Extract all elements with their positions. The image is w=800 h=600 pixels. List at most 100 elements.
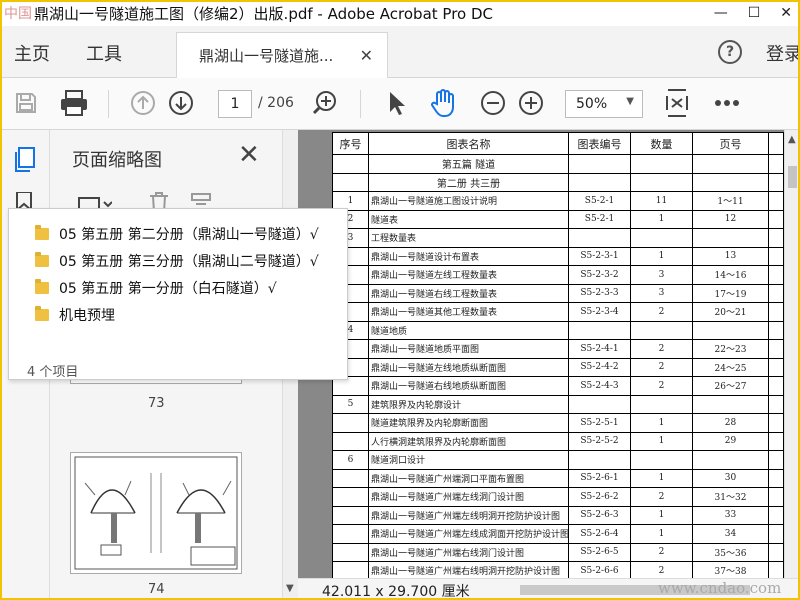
folder-item[interactable]: 05 第五册 第一分册（白石隧道）√	[35, 277, 277, 299]
previous-page-icon[interactable]	[128, 88, 158, 118]
fit-page-icon[interactable]	[662, 88, 692, 118]
toc-cell-quantity: 1	[630, 524, 693, 544]
document-view[interactable]: 序号 图表名称 图表编号 数量 页号 第五篇 隧道 第二册 共三册 1 鼎湖山一…	[298, 130, 784, 578]
toc-row: 6 隧道洞口设计	[332, 450, 784, 470]
toc-row: 鼎湖山一号隧道广州端左线洞门设计图 S5-2-6-2 2 31～32	[332, 487, 784, 507]
toc-cell-quantity: 3	[630, 283, 693, 303]
toc-cell-code	[568, 450, 631, 470]
zoom-out-icon[interactable]	[478, 88, 508, 118]
more-tools-icon[interactable]	[712, 88, 742, 118]
zoom-level-select[interactable]: 50% ▼	[565, 90, 643, 118]
scrollbar-thumb[interactable]	[788, 166, 797, 188]
toc-row: 鼎湖山一号隧道广州端右线洞门设计图 S5-2-6-5 2 35～36	[332, 542, 784, 562]
maximize-icon[interactable]: ☐	[748, 5, 761, 21]
toc-cell-quantity: 2	[630, 339, 693, 359]
toc-cell-name: 建筑限界及内轮廓设计	[368, 394, 569, 414]
toc-header-row: 序号 图表名称 图表编号 数量 页号	[332, 132, 784, 155]
status-bar: 42.011 x 29.700 厘米 www.cndao.com	[298, 578, 800, 600]
toc-cell-page: 20～21	[692, 302, 769, 322]
toc-cell-number	[332, 524, 369, 544]
toc-cell-number: 6	[332, 450, 369, 470]
toc-cell-name: 鼎湖山一号隧道地质平面图	[368, 339, 569, 359]
toc-cell-code	[568, 394, 631, 414]
folder-icon	[35, 252, 49, 267]
zoom-in-icon[interactable]	[516, 88, 546, 118]
folder-name: 05 第五册 第二分册（鼎湖山一号隧道）√	[59, 227, 319, 243]
toc-cell-name: 鼎湖山一号隧道广州端左线明洞开挖防护设计图	[368, 505, 569, 525]
folder-name: 05 第五册 第三分册（鼎湖山二号隧道）√	[59, 254, 319, 270]
toc-cell-page: 12	[692, 209, 769, 229]
scroll-down-icon[interactable]: ▼	[286, 583, 294, 594]
toc-cell-number	[332, 561, 369, 578]
folder-icon	[35, 225, 49, 240]
toc-cell-page: 22～23	[692, 339, 769, 359]
page-thumbnails-icon[interactable]	[12, 146, 38, 178]
folder-item[interactable]: 05 第五册 第二分册（鼎湖山一号隧道）√	[35, 223, 319, 245]
toc-cell-name: 鼎湖山一号隧道右线工程数量表	[368, 283, 569, 303]
toc-cell-code: S5-2-5-2	[568, 431, 631, 451]
print-icon[interactable]	[58, 88, 90, 118]
toc-book-title: 第二册 共三册	[368, 172, 569, 192]
toc-cell-quantity: 3	[630, 265, 693, 285]
document-scrollbar[interactable]: ▲	[784, 130, 800, 578]
toc-row: 鼎湖山一号隧道左线工程数量表 S5-2-3-2 3 14～16	[332, 265, 784, 285]
toc-cell-code: S5-2-4-2	[568, 357, 631, 377]
toc-cell-name: 鼎湖山一号隧道施工图设计说明	[368, 191, 569, 211]
toc-row: 5 建筑限界及内轮廓设计	[332, 394, 784, 414]
toc-cell-number	[332, 468, 369, 488]
close-panel-icon[interactable]: ✕	[238, 140, 260, 170]
tab-home[interactable]: 主页	[14, 40, 50, 66]
folder-item[interactable]: 机电预埋	[35, 304, 115, 326]
hand-tool-icon[interactable]	[426, 88, 460, 118]
thumbnail-74-number: 74	[148, 582, 165, 597]
page-number-input[interactable]: 1	[218, 90, 252, 118]
toc-row: 鼎湖山一号隧道左线地质纵断面图 S5-2-4-2 2 24～25	[332, 357, 784, 377]
toc-cell-name: 工程数量表	[368, 228, 569, 248]
toc-cell-name: 鼎湖山一号隧道右线地质纵断面图	[368, 376, 569, 396]
minimize-icon[interactable]: —	[714, 5, 728, 21]
toc-cell-name: 人行横洞建筑限界及内轮廓断面图	[368, 431, 569, 451]
close-window-icon[interactable]: ✕	[780, 5, 792, 21]
close-tab-icon[interactable]: ✕	[360, 46, 373, 65]
login-button[interactable]: 登录	[766, 40, 800, 66]
toc-cell-page: 37～38	[692, 561, 769, 578]
toc-row: 鼎湖山一号隧道右线地质纵断面图 S5-2-4-3 2 26～27	[332, 376, 784, 396]
toc-cell-code: S5-2-4-3	[568, 376, 631, 396]
toc-row: 鼎湖山一号隧道右线工程数量表 S5-2-3-3 3 17～19	[332, 283, 784, 303]
toc-cell-number: 5	[332, 394, 369, 414]
save-icon[interactable]	[12, 88, 40, 118]
toc-row: 4 隧道地质	[332, 320, 784, 340]
toc-row: 1 鼎湖山一号隧道施工图设计说明 S5-2-1 11 1～11	[332, 191, 784, 211]
toc-cell-quantity: 2	[630, 357, 693, 377]
scroll-up-icon[interactable]: ▲	[788, 134, 796, 145]
zoom-search-icon[interactable]	[310, 88, 340, 118]
toc-cell-page: 24～25	[692, 357, 769, 377]
tab-tools[interactable]: 工具	[86, 40, 122, 66]
next-page-icon[interactable]	[166, 88, 196, 118]
toc-cell-page	[692, 450, 769, 470]
help-icon[interactable]: ?	[718, 40, 742, 64]
select-pointer-icon[interactable]	[382, 88, 410, 118]
toc-cell-name: 隧道洞口设计	[368, 450, 569, 470]
chevron-down-icon: ▼	[626, 96, 634, 107]
window-title: 鼎湖山一号隧道施工图（修编2）出版.pdf - Adobe Acrobat Pr…	[34, 4, 494, 23]
folder-item[interactable]: 05 第五册 第三分册（鼎湖山二号隧道）√	[35, 250, 319, 272]
toc-cell-page	[692, 320, 769, 340]
window-controls: — ☐ ✕	[714, 0, 792, 26]
toc-header-cell: 页号	[692, 132, 769, 155]
toc-cell-name: 鼎湖山一号隧道广州端右线明洞开挖防护设计图	[368, 561, 569, 578]
watermark-text: www.cndao.com	[658, 579, 782, 597]
toc-row: 鼎湖山一号隧道设计布置表 S5-2-3-1 1 13	[332, 246, 784, 266]
title-bar: 中国 鼎湖山一号隧道施工图（修编2）出版.pdf - Adobe Acrobat…	[0, 0, 800, 26]
document-tab[interactable]: 鼎湖山一号隧道施... ✕	[176, 32, 388, 78]
toc-row: 鼎湖山一号隧道广州端左线成洞面开挖防护设计图 S5-2-6-4 1 34	[332, 524, 784, 544]
toc-table: 序号 图表名称 图表编号 数量 页号 第五篇 隧道 第二册 共三册 1 鼎湖山一…	[332, 132, 784, 578]
toc-cell-quantity: 1	[630, 431, 693, 451]
toc-cell-page: 26～27	[692, 376, 769, 396]
page-thumbnail-74[interactable]	[70, 452, 242, 574]
toc-cell-number	[332, 487, 369, 507]
toc-row: 鼎湖山一号隧道其他工程数量表 S5-2-3-4 2 20～21	[332, 302, 784, 322]
folder-name: 机电预埋	[59, 308, 115, 324]
toc-cell-page	[692, 394, 769, 414]
toc-cell-name: 鼎湖山一号隧道左线地质纵断面图	[368, 357, 569, 377]
